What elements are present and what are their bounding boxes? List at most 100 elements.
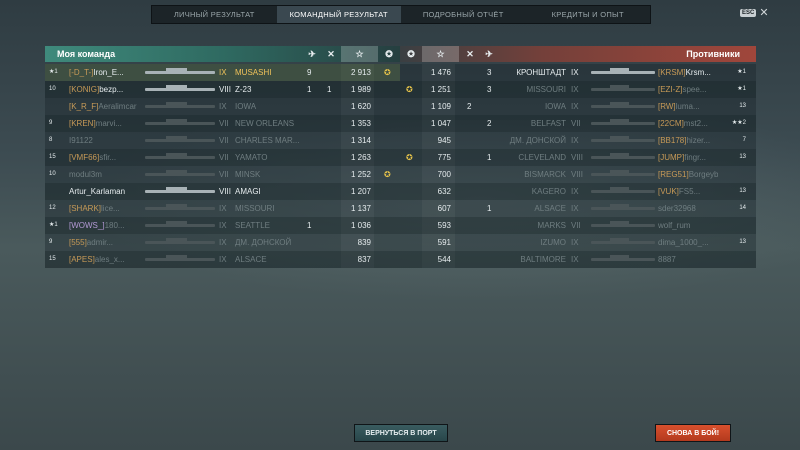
player-row[interactable]: ★1 [WOWS_]180... IX SEATTLE 1 1 036 bbox=[45, 217, 400, 234]
planes-shot-count: 1 bbox=[307, 221, 312, 230]
player-row[interactable]: 593 MARKS VII wolf_rum bbox=[400, 217, 756, 234]
player-name: marvi... bbox=[95, 119, 122, 128]
player-row[interactable]: 544 BALTIMORE IX 8887 bbox=[400, 251, 756, 268]
player-row[interactable]: 632 KAGERO IX [VUK]FS5... 13 bbox=[400, 183, 756, 200]
rank-badge-icon: 13 bbox=[739, 188, 746, 194]
planes-shot-count: 1 bbox=[487, 153, 492, 162]
tab-detailed-report[interactable]: ПОДРОБНЫЙ ОТЧЁТ bbox=[401, 6, 526, 23]
score-value: 775 bbox=[437, 153, 451, 162]
tab-personal-result[interactable]: ЛИЧНЫЙ РЕЗУЛЬТАТ bbox=[152, 6, 277, 23]
medal-icon bbox=[384, 183, 396, 200]
my-team-table: ★1 [-D_T-]Iron_E... IX MUSASHI 9 2 913 ✪ 10 [KON… bbox=[45, 64, 400, 268]
medal-icon bbox=[384, 81, 396, 98]
medal-icon bbox=[384, 234, 396, 251]
player-name: admir... bbox=[86, 238, 114, 247]
kills-count bbox=[467, 115, 477, 132]
ship-name: IOWA bbox=[235, 102, 257, 111]
ship-tier: IX bbox=[219, 221, 227, 230]
score-value: 1 314 bbox=[350, 136, 371, 145]
score-value: 544 bbox=[437, 255, 451, 264]
kills-count bbox=[467, 132, 477, 149]
score-star-icon[interactable]: ☆ bbox=[341, 46, 378, 62]
rank-badge-icon: 9 bbox=[49, 120, 53, 126]
clan-tag: [WOWS_] bbox=[69, 221, 105, 230]
close-control[interactable]: ESC ✕ bbox=[740, 8, 769, 19]
medal-icon bbox=[384, 98, 396, 115]
clan-tag: [22CM] bbox=[658, 119, 684, 128]
player-row[interactable]: 10 [KONIG]bezp... VIII Z-23 1 1 1 989 bbox=[45, 81, 400, 98]
clan-tag: [REG51] bbox=[658, 170, 689, 179]
kills-count: 1 bbox=[327, 85, 332, 94]
kills-count bbox=[467, 149, 477, 166]
score-star-icon[interactable]: ☆ bbox=[422, 46, 459, 62]
player-row[interactable]: 15 [VMF66]sfir... VII YAMATO 1 263 bbox=[45, 149, 400, 166]
ship-silhouette-icon bbox=[591, 85, 655, 91]
player-row[interactable]: 10 modul3m VII MINSK 1 252 ✪ bbox=[45, 166, 400, 183]
player-row[interactable]: 945 ДМ. ДОНСКОЙ IX [BB178]hizer... 7 bbox=[400, 132, 756, 149]
kills-count bbox=[467, 64, 477, 81]
player-row[interactable]: 9 [555]admir... IX ДМ. ДОНСКОЙ 839 bbox=[45, 234, 400, 251]
kills-count bbox=[327, 115, 337, 132]
score-value: 945 bbox=[437, 136, 451, 145]
rank-badge-icon: 15 bbox=[49, 154, 56, 160]
rank-badge-icon bbox=[49, 183, 71, 200]
player-name-cell: wolf_rum bbox=[658, 217, 718, 234]
ship-tier: IX bbox=[219, 255, 227, 264]
planes-shot-count bbox=[487, 98, 497, 115]
kills-count bbox=[327, 64, 337, 81]
player-row[interactable]: 591 IZUMO IX dima_1000_... 13 bbox=[400, 234, 756, 251]
planes-shot-count bbox=[487, 132, 497, 149]
medal-icon bbox=[406, 234, 418, 251]
player-row[interactable]: 9 [KREN]marvi... VII NEW ORLEANS 1 353 bbox=[45, 115, 400, 132]
planes-shot-count: 1 bbox=[307, 85, 312, 94]
player-row[interactable]: ★1 [-D_T-]Iron_E... IX MUSASHI 9 2 913 ✪ bbox=[45, 64, 400, 81]
ship-name: MINSK bbox=[235, 170, 261, 179]
player-name-cell: sder32968 bbox=[658, 200, 718, 217]
player-name-cell: [22CM]mst2... bbox=[658, 115, 718, 132]
player-row[interactable]: 12 [SHARK]lice... IX MISSOURI 1 137 bbox=[45, 200, 400, 217]
tab-credits-xp[interactable]: КРЕДИТЫ И ОПЫТ bbox=[526, 6, 651, 23]
rank-badge-icon bbox=[720, 251, 746, 268]
player-name-cell: 8887 bbox=[658, 251, 718, 268]
player-row[interactable]: 607 1 ALSACE IX sder32968 14 bbox=[400, 200, 756, 217]
clan-tag: [-D_T-] bbox=[69, 68, 94, 77]
ship-silhouette-icon bbox=[591, 68, 655, 74]
score-value: 1 252 bbox=[350, 170, 371, 179]
tab-team-result[interactable]: КОМАНДНЫЙ РЕЗУЛЬТАТ bbox=[276, 6, 401, 23]
player-name-cell: [REG51]Borgeybod... bbox=[658, 166, 718, 183]
player-row[interactable]: 8 I91122 VII CHARLES MAR... 1 314 bbox=[45, 132, 400, 149]
clan-tag: [SHARK] bbox=[69, 204, 102, 213]
player-name: FS5... bbox=[678, 187, 701, 196]
player-row[interactable]: 1 109 2 IOWA IX [RW]luma... 13 bbox=[400, 98, 756, 115]
planes-shot-count bbox=[307, 166, 317, 183]
return-to-port-button[interactable]: ВЕРНУТЬСЯ В ПОРТ bbox=[354, 424, 448, 442]
score-value: 2 913 bbox=[350, 68, 371, 77]
player-name: I91122 bbox=[69, 136, 93, 145]
player-row[interactable]: ✪ 1 251 3 MISSOURI IX [EZI-Z]spee... ★1 bbox=[400, 81, 756, 98]
kills-count bbox=[327, 200, 337, 217]
player-row[interactable]: Artur_Karlaman VIII AMAGI 1 207 bbox=[45, 183, 400, 200]
rank-badge-icon: 13 bbox=[739, 239, 746, 245]
player-row[interactable]: [K_R_F]Aeralimcar IX IOWA 1 620 bbox=[45, 98, 400, 115]
close-icon[interactable]: ✕ bbox=[759, 8, 768, 19]
ship-silhouette-icon bbox=[591, 204, 655, 210]
player-row[interactable]: ✪ 775 1 CLEVELAND VIII [JUMP]fingr... 13 bbox=[400, 149, 756, 166]
planes-shot-count bbox=[487, 183, 497, 200]
ship-silhouette-icon bbox=[591, 153, 655, 159]
battle-again-button[interactable]: СНОВА В БОЙ! bbox=[655, 424, 731, 442]
planes-shot-count bbox=[307, 98, 317, 115]
ship-name: YAMATO bbox=[235, 153, 268, 162]
ship-tier: VII bbox=[219, 170, 229, 179]
player-row[interactable]: 700 BISMARCK VIII [REG51]Borgeybod... bbox=[400, 166, 756, 183]
ship-name: NEW ORLEANS bbox=[235, 119, 295, 128]
player-row[interactable]: 1 047 2 BELFAST VII [22CM]mst2... ★★2 bbox=[400, 115, 756, 132]
player-row[interactable]: 15 [APES]ales_x... IX ALSACE 837 bbox=[45, 251, 400, 268]
player-row[interactable]: 1 476 3 КРОНШТАДТ IX [KRSM]Krsm... ★1 bbox=[400, 64, 756, 81]
score-value: 1 989 bbox=[350, 85, 371, 94]
enemy-team-title: Противники bbox=[686, 49, 740, 59]
medal-icon bbox=[406, 64, 418, 81]
score-value: 1 620 bbox=[350, 102, 371, 111]
score-value: 1 137 bbox=[350, 204, 371, 213]
ship-silhouette-icon bbox=[145, 102, 215, 108]
enemy-team-header: ✪ ☆ ✕ ✈ Противники bbox=[400, 46, 756, 62]
